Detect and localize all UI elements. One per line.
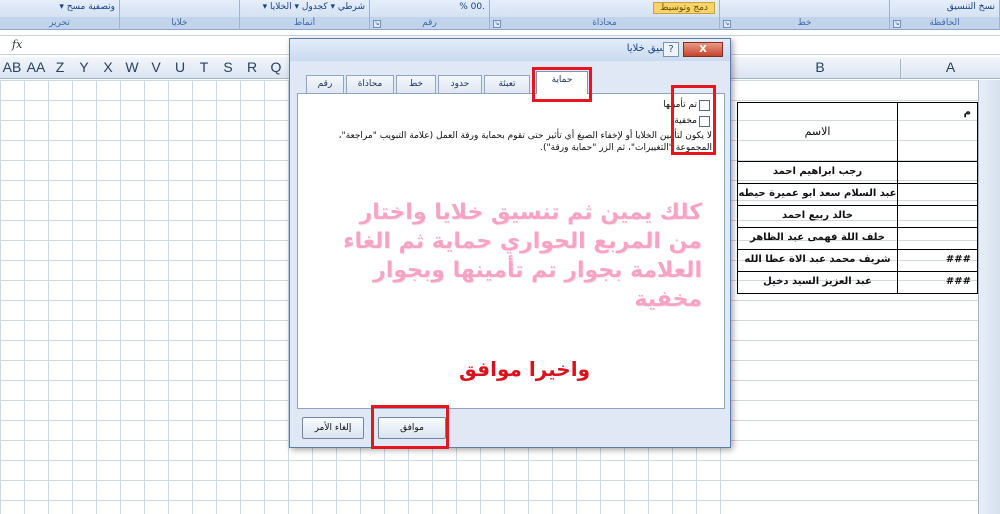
highlight-checkboxes [671, 85, 716, 155]
dialog-launcher-icon[interactable]: ↘ [723, 20, 731, 28]
header-cell-name[interactable]: الاسم [738, 103, 897, 161]
ribbon-group-number: .00 % رقم ↘ [370, 0, 490, 30]
column-header[interactable]: R [240, 59, 264, 75]
ribbon-group-label: رقم [370, 17, 489, 29]
column-header[interactable]: AB [0, 59, 24, 75]
index-cell[interactable] [897, 162, 977, 183]
column-header[interactable]: V [144, 59, 168, 75]
name-cell[interactable]: شريف محمد عبد الاة عطا الله [738, 250, 897, 271]
index-cell[interactable] [897, 206, 977, 227]
ribbon-group-cells: خلايا [120, 0, 240, 30]
ribbon-group-label: محاذاة [490, 17, 719, 29]
excel-window: نسخ التنسيق الحافظة ↘ خط ↘ دمج وتوسيط مح… [0, 0, 1000, 514]
help-button[interactable]: ? [663, 42, 679, 57]
dialog-launcher-icon[interactable]: ↘ [893, 20, 901, 28]
tab-font[interactable]: خط [396, 75, 436, 93]
column-header[interactable]: X [96, 59, 120, 75]
ribbon-group-editing: وتصفية مسح ▾ تحرير [0, 0, 120, 30]
name-cell[interactable]: خالد ربيع احمد [738, 206, 897, 227]
ribbon-group-alignment: دمج وتوسيط محاذاة ↘ [490, 0, 720, 30]
dialog-launcher-icon[interactable]: ↘ [493, 20, 501, 28]
table-row: عبد السلام سعد ابو عميرة حيطه [737, 184, 978, 206]
column-header[interactable]: AA [24, 59, 48, 75]
table-row: رجب ابراهيم احمد [737, 162, 978, 184]
close-button[interactable]: X [683, 42, 723, 57]
dialog-tabs: رقم محاذاة خط حدود تعبئة حماية [304, 71, 594, 94]
column-header-b[interactable]: B [740, 59, 900, 75]
format-painter-button[interactable]: نسخ التنسيق [894, 2, 995, 15]
final-step-annotation: واخيرا موافق [458, 357, 590, 381]
cells-controls[interactable] [124, 2, 235, 15]
styles-controls[interactable]: شرطي ▾ كجدول ▾ الخلايا ▾ [244, 2, 365, 15]
table-row: ### شريف محمد عبد الاة عطا الله [737, 250, 978, 272]
ribbon-group-label: تحرير [0, 17, 119, 29]
tab-protection[interactable]: حماية [536, 71, 588, 94]
font-controls[interactable] [724, 2, 885, 15]
index-cell[interactable] [897, 184, 977, 205]
column-header[interactable]: W [120, 59, 144, 75]
name-cell[interactable]: رجب ابراهيم احمد [738, 162, 897, 183]
table-row: خالد ربيع احمد [737, 206, 978, 228]
names-table: م الاسم رجب ابراهيم احمد عبد السلام سعد … [737, 102, 978, 294]
table-row: ### عبد العزيز السيد دخيل [737, 272, 978, 294]
name-cell[interactable]: خلف اللة فهمى عبد الظاهر [738, 228, 897, 249]
name-cell[interactable]: عبد السلام سعد ابو عميرة حيطه [738, 184, 897, 205]
ribbon-group-label: أنماط [240, 17, 369, 29]
dialog-launcher-icon[interactable]: ↘ [373, 20, 381, 28]
table-header-row: م الاسم [737, 102, 978, 162]
protection-description: لا يكون لتأمين الخلايا أو لإخفاء الصيغ أ… [338, 131, 712, 153]
ribbon-group-label: الحافظة [890, 17, 999, 29]
header-cell-index[interactable]: م [897, 103, 977, 161]
column-header[interactable]: Y [72, 59, 96, 75]
function-icon[interactable]: fx [12, 38, 22, 51]
ribbon: نسخ التنسيق الحافظة ↘ خط ↘ دمج وتوسيط مح… [0, 0, 1000, 30]
name-cell[interactable]: عبد العزيز السيد دخيل [738, 272, 897, 293]
index-cell[interactable] [897, 228, 977, 249]
index-cell[interactable]: ### [897, 272, 977, 293]
column-header[interactable]: S [216, 59, 240, 75]
editing-controls[interactable]: وتصفية مسح ▾ [4, 2, 115, 15]
column-header[interactable]: U [168, 59, 192, 75]
ribbon-group-clipboard: نسخ التنسيق الحافظة ↘ [890, 0, 1000, 30]
column-header-a[interactable]: A [900, 59, 1000, 79]
tab-number[interactable]: رقم [306, 75, 344, 93]
tab-alignment[interactable]: محاذاة [346, 75, 394, 93]
row-header-strip[interactable] [978, 80, 1000, 514]
index-cell[interactable]: ### [897, 250, 977, 271]
cancel-button[interactable]: إلغاء الأمر [302, 417, 364, 439]
column-header[interactable]: Z [48, 59, 72, 75]
merge-center-button[interactable]: دمج وتوسيط [653, 2, 715, 14]
ribbon-group-font: خط ↘ [720, 0, 890, 30]
instruction-annotation: كلك يمين ثم تنسيق خلايا واختار من المربع… [343, 200, 702, 312]
ribbon-group-label: خط [720, 17, 889, 29]
highlight-ok-button [371, 405, 449, 449]
tab-fill[interactable]: تعبئة [484, 75, 530, 93]
column-header[interactable]: Q [264, 59, 288, 75]
tab-border[interactable]: حدود [438, 75, 482, 93]
column-header[interactable]: T [192, 59, 216, 75]
number-format-controls[interactable]: .00 % [374, 2, 485, 15]
ribbon-group-styles: شرطي ▾ كجدول ▾ الخلايا ▾ أنماط [240, 0, 370, 30]
table-row: خلف اللة فهمى عبد الظاهر [737, 228, 978, 250]
ribbon-group-label: خلايا [120, 17, 239, 29]
